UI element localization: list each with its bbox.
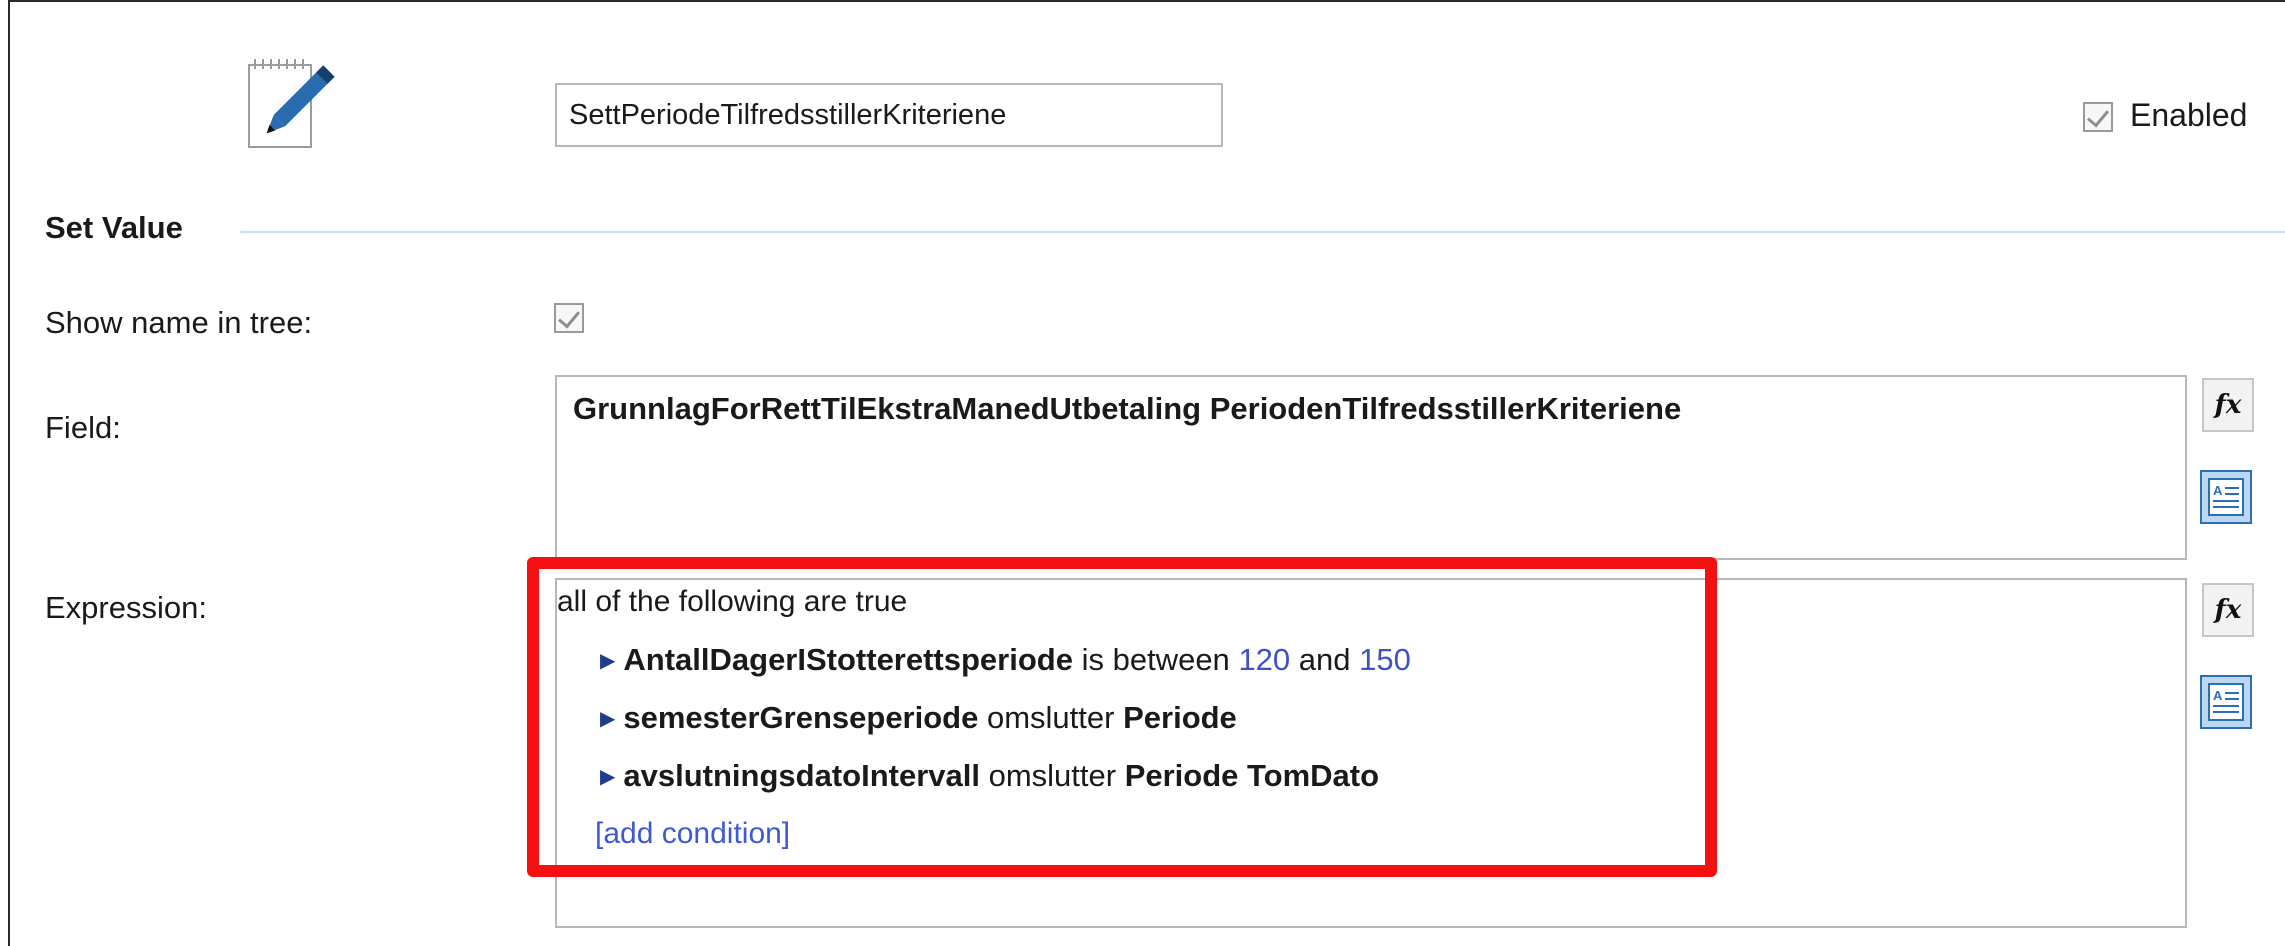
text-document-icon: A <box>2208 683 2244 721</box>
show-name-label: Show name in tree: <box>45 305 313 340</box>
node-name-input[interactable]: SettPeriodeTilfredsstillerKriteriene <box>555 83 1223 147</box>
highlight-annotation-box <box>527 557 1717 877</box>
enabled-label: Enabled <box>2130 97 2248 133</box>
field-function-button[interactable]: fx <box>2202 378 2254 432</box>
expression-text-document-button[interactable]: A <box>2200 675 2252 729</box>
text-document-icon: A <box>2208 478 2244 516</box>
svg-text:A: A <box>2213 483 2223 498</box>
field-text-document-button[interactable]: A <box>2200 470 2252 524</box>
checkmark-icon <box>557 305 581 329</box>
section-title: Set Value <box>45 210 183 245</box>
field-value: GrunnlagForRettTilEkstraManedUtbetaling … <box>573 391 1682 426</box>
enabled-checkbox[interactable] <box>2083 102 2113 132</box>
expression-label: Expression: <box>45 590 207 625</box>
edit-pencil-icon <box>245 55 335 155</box>
expression-function-button[interactable]: fx <box>2202 583 2254 637</box>
field-label: Field: <box>45 410 121 445</box>
field-input[interactable]: GrunnlagForRettTilEkstraManedUtbetaling … <box>555 375 2187 560</box>
svg-text:A: A <box>2213 688 2223 703</box>
section-divider <box>240 231 2285 233</box>
checkmark-icon <box>2086 104 2110 128</box>
show-name-checkbox[interactable] <box>554 303 584 333</box>
